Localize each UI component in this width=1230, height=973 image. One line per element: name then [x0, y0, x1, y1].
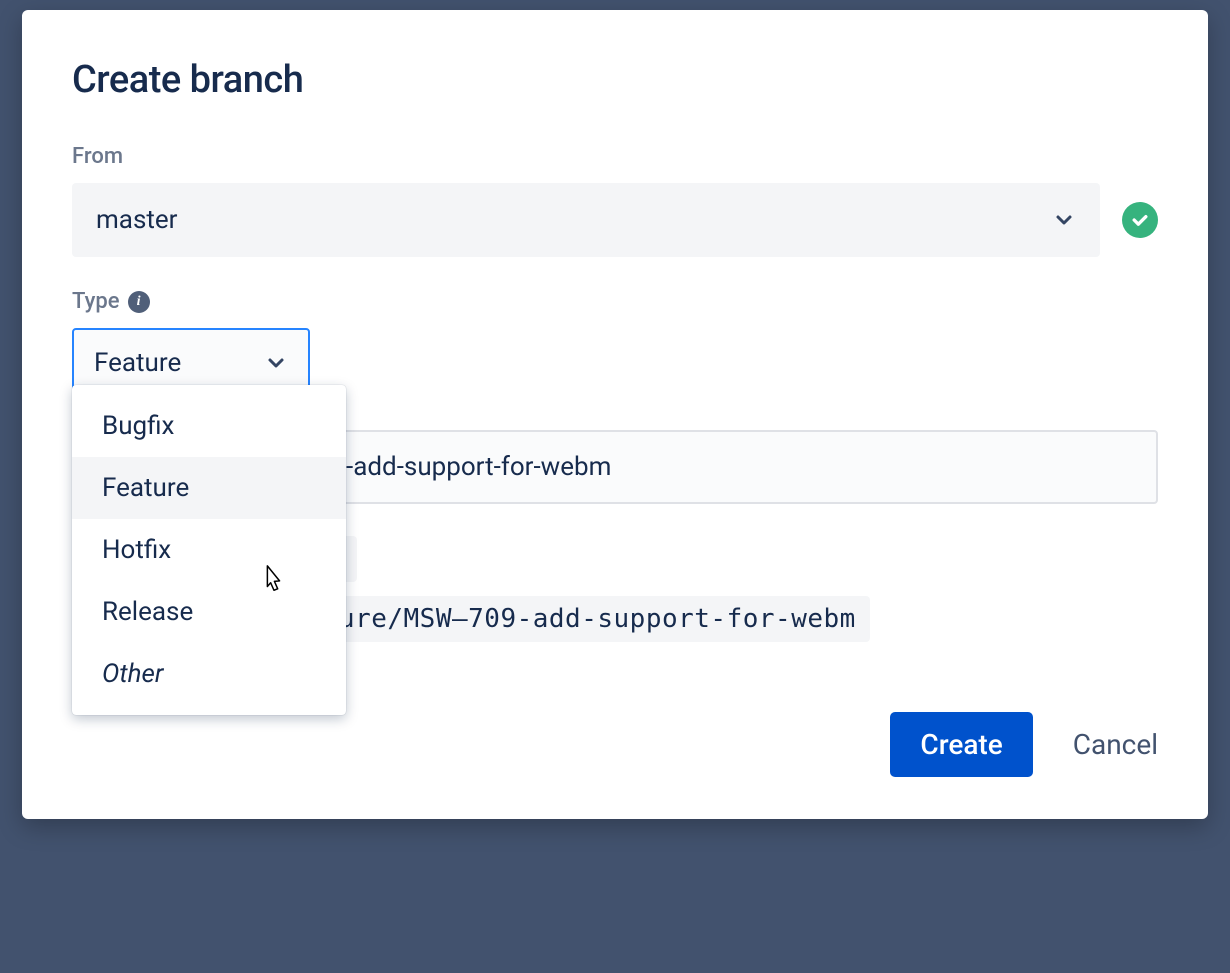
create-branch-modal: Create branch From master Type i Feature — [22, 10, 1208, 819]
cancel-button[interactable]: Cancel — [1073, 728, 1158, 761]
chevron-down-icon — [1052, 208, 1076, 232]
from-label: From — [72, 144, 1158, 169]
create-ref: feature/MSW—709-add-support-for-webm — [260, 596, 870, 642]
modal-title: Create branch — [72, 58, 1158, 102]
from-row: master — [72, 183, 1158, 257]
type-option-feature[interactable]: Feature — [72, 457, 346, 519]
success-badge — [1122, 202, 1158, 238]
from-select[interactable]: master — [72, 183, 1100, 257]
create-button[interactable]: Create — [890, 712, 1032, 777]
type-option-other[interactable]: Other — [72, 643, 346, 705]
type-value: Feature — [94, 348, 181, 378]
chevron-down-icon — [264, 351, 288, 375]
branch-name-input[interactable] — [211, 430, 1158, 504]
type-dropdown-menu: BugfixFeatureHotfixReleaseOther — [72, 385, 346, 715]
from-value: master — [96, 205, 177, 235]
info-icon[interactable]: i — [128, 291, 150, 313]
type-option-hotfix[interactable]: Hotfix — [72, 519, 346, 581]
modal-footer: Create Cancel — [72, 712, 1158, 777]
type-field-group: Type i Feature BugfixFeatureHotfixReleas… — [72, 289, 1158, 398]
from-field-group: From master — [72, 144, 1158, 257]
type-label: Type i — [72, 289, 1158, 314]
type-option-bugfix[interactable]: Bugfix — [72, 395, 346, 457]
type-option-release[interactable]: Release — [72, 581, 346, 643]
